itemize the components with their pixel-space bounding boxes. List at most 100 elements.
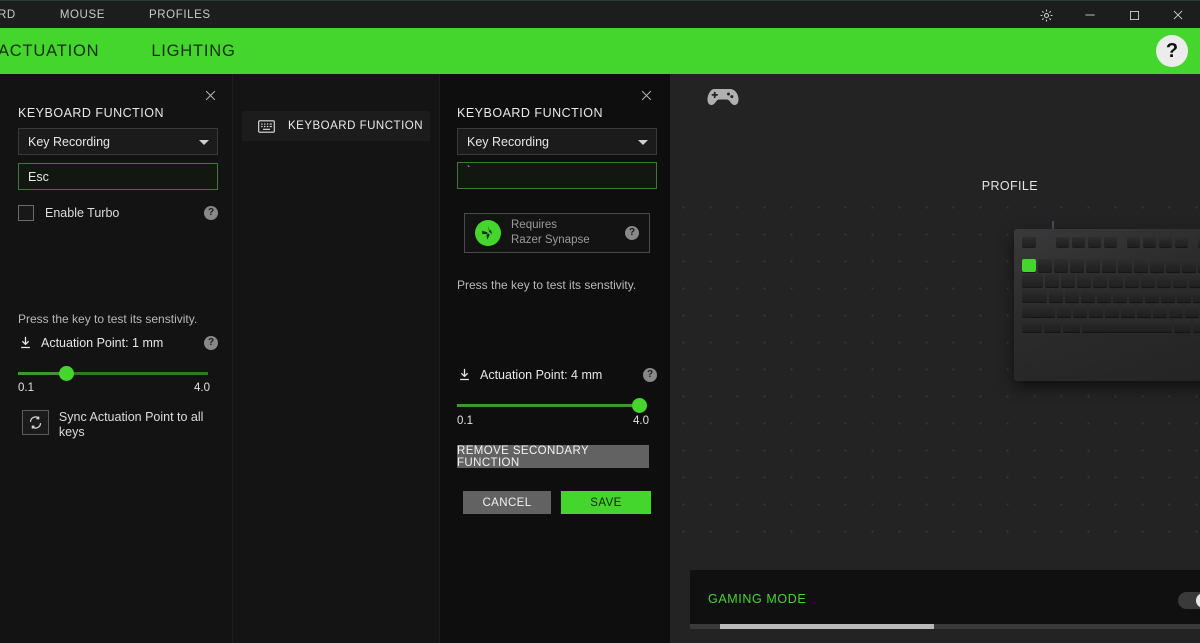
key-1[interactable] <box>1038 259 1052 272</box>
sync-actuation-point-button[interactable]: Sync Actuation Point to all keys <box>22 410 232 440</box>
key-f6[interactable] <box>1143 237 1156 247</box>
key-6[interactable] <box>1118 259 1132 272</box>
actuation-point-label: Actuation Point: 1 mm <box>41 336 163 350</box>
list-item-keyboard-function[interactable]: KEYBOARD FUNCTION <box>242 111 430 141</box>
key-d[interactable] <box>1081 289 1095 302</box>
key-n[interactable] <box>1137 304 1151 317</box>
actuation-point-help-icon[interactable]: ? <box>204 336 218 350</box>
minimize-icon[interactable] <box>1068 1 1112 29</box>
key-m[interactable] <box>1153 304 1167 317</box>
key-w[interactable] <box>1061 274 1075 287</box>
key-u[interactable] <box>1141 274 1155 287</box>
key-2[interactable] <box>1054 259 1068 272</box>
key-alt-left[interactable] <box>1063 319 1080 332</box>
tab-lighting[interactable]: LIGHTING <box>125 28 261 74</box>
slider-thumb[interactable] <box>59 366 74 381</box>
key-tilde-highlighted[interactable] <box>1022 259 1036 272</box>
key-p[interactable] <box>1189 274 1200 287</box>
key-e[interactable] <box>1077 274 1091 287</box>
key-shift-left[interactable] <box>1022 304 1055 317</box>
slider-max-label: 4.0 <box>194 382 210 394</box>
dialog-actuation-help-icon[interactable]: ? <box>643 368 657 382</box>
key-space[interactable] <box>1082 319 1172 332</box>
key-t[interactable] <box>1109 274 1123 287</box>
maximize-icon[interactable] <box>1112 1 1156 29</box>
key-comma[interactable] <box>1169 304 1183 317</box>
sync-icon <box>22 410 49 435</box>
enable-turbo-help-icon[interactable]: ? <box>204 206 218 220</box>
synapse-help-icon[interactable]: ? <box>625 226 639 240</box>
key-3[interactable] <box>1070 259 1084 272</box>
key-windows[interactable] <box>1044 319 1061 332</box>
key-f4[interactable] <box>1104 237 1117 247</box>
key-f8[interactable] <box>1175 237 1188 247</box>
key-q[interactable] <box>1045 274 1059 287</box>
key-5[interactable] <box>1102 259 1116 272</box>
slider-min-label: 0.1 <box>18 382 34 394</box>
slider-thumb[interactable] <box>632 398 647 413</box>
key-h[interactable] <box>1129 289 1143 302</box>
chevron-down-icon <box>199 140 209 145</box>
dialog-key-recording-input[interactable]: ` <box>457 162 657 189</box>
key-9[interactable] <box>1166 259 1180 272</box>
key-0[interactable] <box>1182 259 1196 272</box>
window-controls <box>1024 1 1200 29</box>
profile-label: PROFILE <box>982 179 1038 193</box>
key-i[interactable] <box>1157 274 1171 287</box>
left-panel-close-icon[interactable] <box>198 83 222 107</box>
left-properties-panel: KEYBOARD FUNCTION Key Recording Esc Enab… <box>0 74 232 643</box>
enable-turbo-checkbox[interactable] <box>18 205 34 221</box>
key-f2[interactable] <box>1072 237 1085 247</box>
gear-icon[interactable] <box>1024 1 1068 29</box>
nav-tab-mouse[interactable]: MOUSE <box>38 1 127 29</box>
help-icon[interactable]: ? <box>1156 35 1188 67</box>
tab-actuation[interactable]: ACTUATION <box>0 28 125 74</box>
key-o[interactable] <box>1173 274 1187 287</box>
key-r[interactable] <box>1093 274 1107 287</box>
key-y[interactable] <box>1125 274 1139 287</box>
key-k[interactable] <box>1161 289 1175 302</box>
dialog-title: KEYBOARD FUNCTION <box>457 106 603 120</box>
key-j[interactable] <box>1145 289 1159 302</box>
key-z[interactable] <box>1057 304 1071 317</box>
key-x[interactable] <box>1073 304 1087 317</box>
key-7[interactable] <box>1134 259 1148 272</box>
key-fn[interactable] <box>1193 319 1200 332</box>
key-ctrl-left[interactable] <box>1022 319 1042 332</box>
nav-tab-keyboard[interactable]: RD <box>0 1 38 29</box>
requires-razer-synapse-badge: RequiresRazer Synapse ? <box>464 213 650 253</box>
key-caps-lock[interactable] <box>1022 289 1047 302</box>
actuation-point-slider[interactable] <box>18 367 208 379</box>
dialog-actuation-slider[interactable] <box>457 399 647 411</box>
close-icon[interactable] <box>1156 1 1200 29</box>
key-f[interactable] <box>1097 289 1111 302</box>
key-f3[interactable] <box>1088 237 1101 247</box>
dialog-close-icon[interactable] <box>634 83 658 107</box>
key-f7[interactable] <box>1159 237 1172 247</box>
key-b[interactable] <box>1121 304 1135 317</box>
save-button[interactable]: SAVE <box>561 491 651 514</box>
dialog-function-select[interactable]: Key Recording <box>457 128 657 155</box>
key-l[interactable] <box>1177 289 1191 302</box>
key-recording-input[interactable]: Esc <box>18 163 218 190</box>
key-period[interactable] <box>1185 304 1199 317</box>
key-alt-right[interactable] <box>1174 319 1191 332</box>
key-g[interactable] <box>1113 289 1127 302</box>
key-c[interactable] <box>1089 304 1103 317</box>
key-4[interactable] <box>1086 259 1100 272</box>
keyboard-function-select[interactable]: Key Recording <box>18 128 218 155</box>
key-v[interactable] <box>1105 304 1119 317</box>
nav-tab-profiles[interactable]: PROFILES <box>127 1 233 29</box>
left-panel-hint: Press the key to test its senstivity. <box>18 312 197 326</box>
remove-secondary-function-button[interactable]: REMOVE SECONDARY FUNCTION <box>457 445 649 468</box>
cancel-button[interactable]: CANCEL <box>463 491 551 514</box>
key-f1[interactable] <box>1056 237 1069 247</box>
key-8[interactable] <box>1150 259 1164 272</box>
gaming-mode-toggle[interactable] <box>1178 592 1200 609</box>
key-esc[interactable] <box>1022 237 1036 247</box>
key-s[interactable] <box>1065 289 1079 302</box>
key-a[interactable] <box>1049 289 1063 302</box>
key-semicolon[interactable] <box>1193 289 1200 302</box>
key-f5[interactable] <box>1127 237 1140 247</box>
key-tab[interactable] <box>1022 274 1043 287</box>
